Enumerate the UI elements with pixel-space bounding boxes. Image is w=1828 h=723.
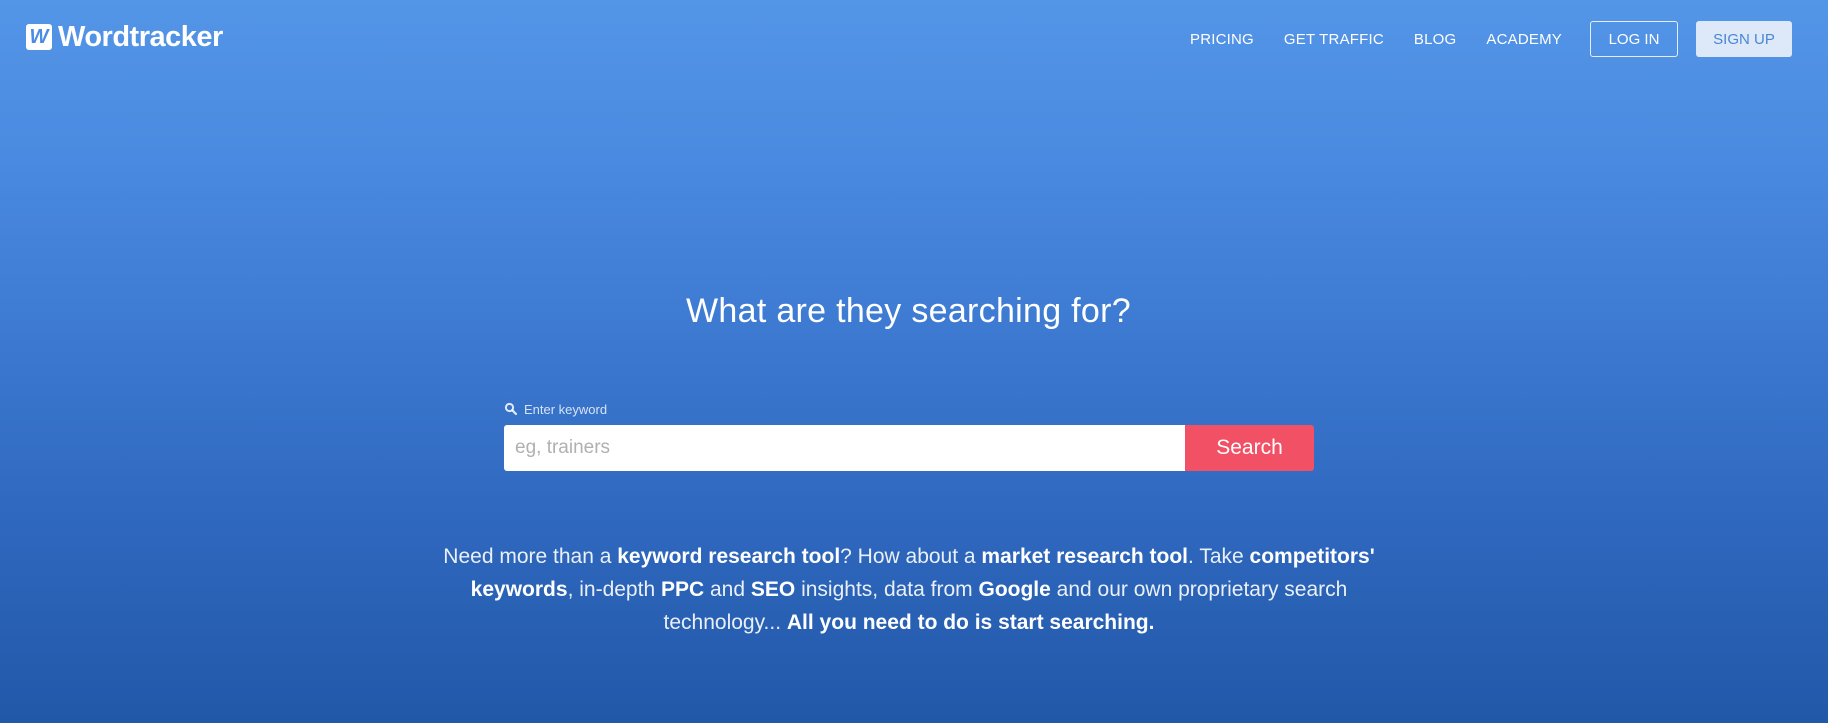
login-button[interactable]: LOG IN <box>1590 21 1678 57</box>
search-label-row: Enter keyword <box>504 400 1314 418</box>
nav-academy[interactable]: ACADEMY <box>1486 31 1562 48</box>
blurb-text-6: insights, data from <box>795 578 979 601</box>
signup-button[interactable]: SIGN UP <box>1696 21 1792 57</box>
logo-text: Wordtracker <box>58 20 223 53</box>
wordtracker-logo[interactable]: W Wordtracker <box>26 20 223 54</box>
keyword-search-form: Enter keyword Search <box>504 400 1314 471</box>
site-header: W Wordtracker PRICING GET TRAFFIC BLOG A… <box>0 0 1828 80</box>
blurb-bold-call-to-action: All you need to do is start searching. <box>786 611 1155 634</box>
search-label: Enter keyword <box>524 401 608 417</box>
blurb-text-1: Need more than a <box>443 545 618 568</box>
nav-get-traffic[interactable]: GET TRAFFIC <box>1284 31 1384 48</box>
blurb-bold-seo: SEO <box>750 578 796 601</box>
search-button[interactable]: Search <box>1185 425 1314 471</box>
blurb-bold-keyword-research-tool: keyword research tool <box>617 545 841 568</box>
intro-blurb: Need more than a keyword research tool? … <box>424 540 1394 639</box>
nav-blog[interactable]: BLOG <box>1414 31 1456 48</box>
blurb-text-5: and <box>704 578 751 601</box>
search-row: Search <box>504 425 1314 471</box>
blurb-text-4: , in-depth <box>567 578 661 601</box>
keyword-search-input[interactable] <box>504 425 1185 471</box>
search-icon <box>504 402 518 416</box>
blurb-bold-google: Google <box>978 578 1051 601</box>
nav-pricing[interactable]: PRICING <box>1190 31 1254 48</box>
top-nav: PRICING GET TRAFFIC BLOG ACADEMY LOG IN … <box>1190 20 1792 58</box>
blurb-bold-ppc: PPC <box>660 578 705 601</box>
blurb-text-3: . Take <box>1188 545 1250 568</box>
hero-title: What are they searching for? <box>686 292 1131 330</box>
blurb-text-2: ? How about a <box>840 545 982 568</box>
logo-mark-icon: W <box>26 24 52 50</box>
blurb-bold-market-research-tool: market research tool <box>981 545 1189 568</box>
